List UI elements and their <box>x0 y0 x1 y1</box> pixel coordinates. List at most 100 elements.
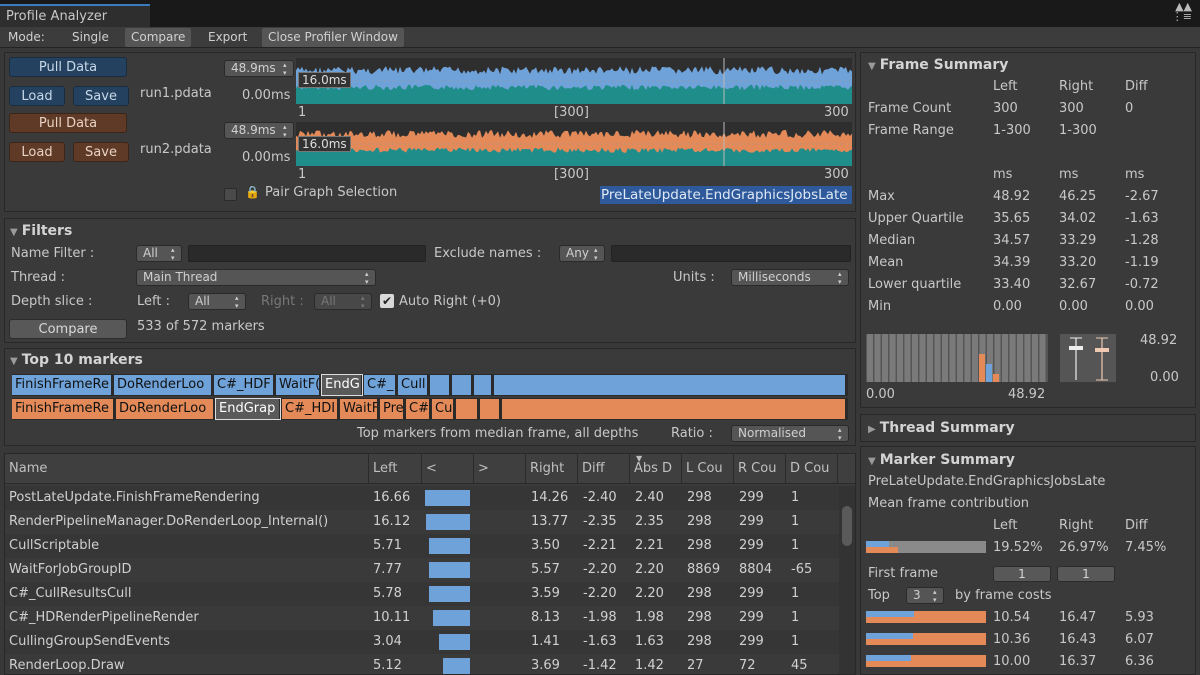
load-button-1[interactable]: Load <box>9 86 65 106</box>
top10-marker[interactable]: Pre <box>380 399 404 419</box>
diff-value: -1.63 <box>583 634 617 649</box>
top10-marker[interactable]: C#_HDF <box>214 375 274 395</box>
window-menu-icons[interactable]: ▲▲ ⋮≡ <box>1172 1 1192 22</box>
top-frame-left: 10.54 <box>993 610 1031 625</box>
top10-row-right: FinishFrameRe DoRenderLoo EndGrap C#_HDI Wai… <box>12 398 848 420</box>
depth-left-dropdown[interactable]: All <box>188 293 246 310</box>
run1-max-dropdown[interactable]: 48.9ms <box>224 60 294 77</box>
col-right-count[interactable]: R Cou <box>734 454 786 484</box>
col-abs-diff[interactable]: ▼ Abs D <box>630 454 682 484</box>
table-body: PostLateUpdate.FinishFrameRendering 16.66… <box>5 486 840 674</box>
mode-compare-button[interactable]: Compare <box>125 28 192 47</box>
first-frame-label: First frame <box>868 566 939 581</box>
units-dropdown[interactable]: Milliseconds <box>731 269 849 286</box>
table-row[interactable]: RenderPipelineManager.DoRenderLoop_Inter… <box>5 510 840 534</box>
run1-graph-svg <box>296 58 852 104</box>
table-row[interactable]: C#_HDRenderPipelineRender 10.11 8.13 -1.98 1… <box>5 606 840 630</box>
ratio-dropdown[interactable]: Normalised <box>731 425 849 442</box>
fs-col-left: Left <box>993 79 1018 94</box>
table-row[interactable]: CullScriptable 5.71 3.50 -2.21 2.21 298 299 1 <box>5 534 840 558</box>
diff-count: 1 <box>791 586 800 601</box>
depth-right-dropdown[interactable]: All <box>314 293 372 310</box>
table-row[interactable]: PostLateUpdate.FinishFrameRendering 16.66… <box>5 486 840 510</box>
col-bar-more[interactable]: > <box>474 454 526 484</box>
top10-marker[interactable]: C#_HDI <box>282 399 338 419</box>
col-diff[interactable]: Diff <box>578 454 630 484</box>
left-value: 3.04 <box>373 634 402 649</box>
left-value: 10.11 <box>373 610 411 625</box>
top-frame-bar[interactable] <box>866 655 986 667</box>
top-frame-right: 16.43 <box>1059 632 1097 647</box>
col-left[interactable]: Left <box>369 454 422 484</box>
table-row[interactable]: C#_CullResultsCull 5.78 3.59 -2.20 2.20 298 29… <box>5 582 840 606</box>
hist-min: 0.00 <box>866 387 895 402</box>
by-frame-costs-label: by frame costs <box>955 588 1052 603</box>
top10-marker[interactable] <box>452 375 472 395</box>
hist-peak-right-2 <box>993 374 999 382</box>
first-frame-right-button[interactable]: 1 <box>1057 566 1115 582</box>
window-tab[interactable]: Profile Analyzer <box>0 4 150 27</box>
lock-icon[interactable]: 🔒 <box>245 185 260 199</box>
top10-marker[interactable]: C#_ <box>364 375 396 395</box>
run2-max-dropdown[interactable]: 48.9ms <box>224 122 294 139</box>
top10-marker[interactable]: FinishFrameRe <box>12 375 112 395</box>
col-left-count[interactable]: L Cou <box>682 454 734 484</box>
top10-marker[interactable] <box>456 399 478 419</box>
top-frame-bar[interactable] <box>866 611 986 623</box>
name-filter-dropdown[interactable]: All <box>136 245 182 262</box>
top10-marker[interactable]: FinishFrameRe <box>12 399 114 419</box>
frame-summary-header[interactable]: ▼ Frame Summary <box>868 57 1008 73</box>
mode-single-button[interactable]: Single <box>66 28 115 47</box>
first-frame-left-button[interactable]: 1 <box>993 566 1051 582</box>
top-frame-bar-left <box>866 611 914 617</box>
top10-marker[interactable]: EndG <box>321 374 363 396</box>
col-diff-count[interactable]: D Cou <box>786 454 838 484</box>
top10-marker[interactable]: Cu <box>432 399 454 419</box>
marker-summary-header[interactable]: ▼ Marker Summary <box>868 452 1015 468</box>
table-scrollbar[interactable] <box>839 486 855 674</box>
compare-button[interactable]: Compare <box>9 319 127 339</box>
top-frame-bar[interactable] <box>866 633 986 645</box>
hist-peak-left <box>986 364 992 382</box>
thread-summary-header[interactable]: ▶ Thread Summary <box>868 420 1015 436</box>
pair-graph-checkbox[interactable] <box>224 188 237 201</box>
export-button[interactable]: Export <box>202 28 253 47</box>
run2-frame-graph[interactable]: 16.0ms <box>296 122 852 166</box>
table-row[interactable]: CullingGroupSendEvents 3.04 1.41 -1.63 1.63 2… <box>5 630 840 654</box>
pull-data-button-1[interactable]: Pull Data <box>9 57 127 77</box>
pull-data-button-2[interactable]: Pull Data <box>9 113 127 133</box>
save-button-2[interactable]: Save <box>73 142 129 162</box>
left-value: 5.71 <box>373 538 402 553</box>
top10-marker[interactable]: WaitF( <box>276 375 320 395</box>
top10-marker[interactable]: Cull: <box>398 375 428 395</box>
exclude-names-input[interactable] <box>611 245 851 262</box>
hist-bin <box>1009 334 1016 382</box>
col-name[interactable]: Name <box>5 454 369 484</box>
top10-marker[interactable]: EndGrap <box>215 398 281 420</box>
close-profiler-button[interactable]: Close Profiler Window <box>262 28 404 47</box>
col-right[interactable]: Right <box>526 454 578 484</box>
table-row[interactable]: WaitForJobGroupID 7.77 5.57 -2.20 2.20 8869 88… <box>5 558 840 582</box>
auto-right-checkbox[interactable]: ✔ <box>380 294 394 308</box>
top10-marker[interactable]: WaitF <box>340 399 378 419</box>
top10-marker[interactable]: DoRenderLoo <box>116 399 214 419</box>
top10-marker[interactable]: C# <box>406 399 430 419</box>
save-button-1[interactable]: Save <box>73 86 129 106</box>
top10-marker[interactable]: DoRenderLoo <box>114 375 212 395</box>
box-plot-svg <box>1069 337 1109 381</box>
top10-marker[interactable] <box>430 375 450 395</box>
diff-bar <box>428 538 470 554</box>
name-filter-input[interactable] <box>188 245 426 262</box>
scrollbar-thumb[interactable] <box>842 506 852 546</box>
top10-marker[interactable] <box>474 375 492 395</box>
top10-marker[interactable] <box>480 399 500 419</box>
exclude-names-dropdown[interactable]: Any <box>559 245 605 262</box>
top10-header[interactable]: ▼ Top 10 markers <box>10 352 143 368</box>
run1-frame-graph[interactable]: 16.0ms <box>296 58 852 104</box>
thread-dropdown[interactable]: Main Thread <box>136 269 376 286</box>
top-n-dropdown[interactable]: 3 <box>906 587 944 604</box>
table-row[interactable]: RenderLoop.Draw 5.12 3.69 -1.42 1.42 27 72 45 <box>5 654 840 674</box>
filters-header[interactable]: ▼ Filters <box>10 223 72 239</box>
load-button-2[interactable]: Load <box>9 142 65 162</box>
col-bar-less[interactable]: < <box>422 454 474 484</box>
